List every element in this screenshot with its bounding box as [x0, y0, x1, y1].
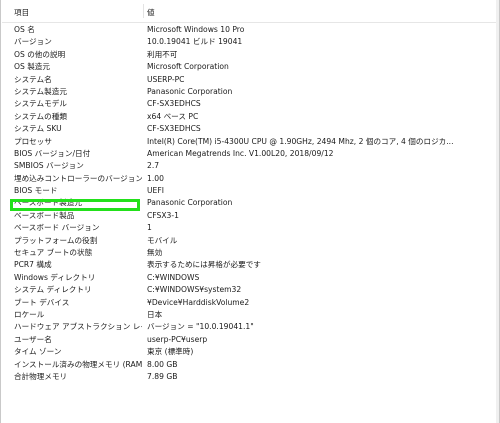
row-value: 利用不可 [147, 49, 178, 59]
table-row[interactable]: Windows ディレクトリ C:¥WINDOWS [2, 272, 497, 284]
row-value: Panasonic Corporation [147, 86, 233, 96]
row-item: ハードウェア アブストラクション レイヤー [14, 322, 142, 332]
row-item: システムモデル [14, 99, 67, 109]
row-value: 1 [147, 223, 152, 233]
row-value: Panasonic Corporation [147, 198, 233, 208]
row-item: OS の他の説明 [14, 49, 66, 59]
table-row[interactable]: ベースボード製品 CFSX3-1 [2, 210, 497, 222]
row-item: Windows ディレクトリ [14, 272, 96, 282]
row-item: システム SKU [14, 124, 62, 134]
table-row[interactable]: SMBIOS バージョン 2.7 [2, 160, 497, 172]
row-item: システム ディレクトリ [14, 285, 92, 295]
table-row[interactable]: PCR7 構成 表示するためには昇格が必要です [2, 259, 497, 271]
row-value: C:¥WINDOWS [147, 272, 200, 282]
row-item: ベースボード バージョン [14, 223, 100, 233]
bios-mode-highlight-box [10, 199, 140, 211]
table-row[interactable]: システム ディレクトリ C:¥WINDOWS¥system32 [2, 284, 497, 296]
row-value: 7.89 GB [147, 371, 178, 381]
row-value: ¥Device¥HarddiskVolume2 [147, 297, 250, 307]
table-row[interactable]: ベースボード バージョン 1 [2, 222, 497, 234]
row-value: American Megatrends Inc. V1.00L20, 2018/… [147, 148, 334, 158]
row-value: 1.00 [147, 173, 164, 183]
row-item: 合計物理メモリ [14, 371, 68, 381]
table-row[interactable]: バージョン 10.0.19041 ビルド 19041 [2, 36, 497, 48]
row-item: システム製造元 [14, 86, 67, 96]
list-header: 項目 値 [2, 0, 497, 23]
row-item: システム名 [14, 74, 52, 84]
table-row[interactable]: プロセッサ Intel(R) Core(TM) i5-4300U CPU @ 1.… [2, 136, 497, 148]
row-item: ベースボード製品 [14, 210, 75, 220]
table-row[interactable]: ロケール 日本 [2, 309, 497, 321]
table-row[interactable]: システムモデル CF-SX3EDHCS [2, 98, 497, 110]
row-item: BIOS バージョン/日付 [14, 148, 91, 158]
row-value: userp-PC¥userp [147, 334, 208, 344]
table-row-bios-mode[interactable]: BIOS モード UEFI [2, 185, 497, 197]
table-row[interactable]: システムの種類 x64 ベース PC [2, 111, 497, 123]
row-item: SMBIOS バージョン [14, 161, 84, 171]
row-item: インストール済みの物理メモリ (RAM) [14, 359, 142, 369]
row-value: 東京 (標準時) [147, 347, 194, 357]
row-item: 埋め込みコントローラーのバージョン [14, 173, 142, 183]
right-edge [496, 0, 499, 423]
table-row[interactable]: ユーザー名 userp-PC¥userp [2, 334, 497, 346]
table-row[interactable]: プラットフォームの役割 モバイル [2, 235, 497, 247]
row-value: Intel(R) Core(TM) i5-4300U CPU @ 1.90GHz… [147, 136, 454, 146]
row-value: 2.7 [147, 161, 160, 171]
row-value: Microsoft Corporation [147, 62, 229, 72]
table-row[interactable]: BIOS バージョン/日付 American Megatrends Inc. V1… [2, 148, 497, 160]
table-row[interactable]: OS 製造元 Microsoft Corporation [2, 61, 497, 73]
table-row[interactable]: 合計物理メモリ 7.89 GB [2, 371, 497, 383]
row-value: Microsoft Windows 10 Pro [147, 25, 245, 34]
table-row[interactable]: インストール済みの物理メモリ (RAM) 8.00 GB [2, 359, 497, 371]
row-value: x64 ベース PC [147, 111, 199, 121]
row-value: 無効 [147, 248, 163, 258]
row-item: PCR7 構成 [14, 260, 52, 270]
row-item: ユーザー名 [14, 334, 52, 344]
table-row[interactable]: OS 名 Microsoft Windows 10 Pro [2, 24, 497, 36]
column-header-item[interactable]: 項目 [14, 7, 29, 18]
row-item: セキュア ブートの状態 [14, 248, 93, 258]
row-value: C:¥WINDOWS¥system32 [147, 285, 242, 295]
row-value: 表示するためには昇格が必要です [147, 260, 261, 270]
row-value: CF-SX3EDHCS [147, 124, 201, 134]
system-information-panel: 項目 値 OS 名 Microsoft Windows 10 Pro バージョン 1… [0, 0, 500, 423]
row-item: ロケール [14, 309, 45, 319]
row-item: タイム ゾーン [14, 347, 62, 357]
row-item: BIOS モード [14, 186, 58, 196]
row-item: システムの種類 [14, 111, 67, 121]
table-row[interactable]: システム名 USERP-PC [2, 74, 497, 86]
row-value: CF-SX3EDHCS [147, 99, 201, 109]
row-value: CFSX3-1 [147, 210, 179, 220]
row-item: プラットフォームの役割 [14, 235, 98, 245]
table-row[interactable]: システム製造元 Panasonic Corporation [2, 86, 497, 98]
row-item: バージョン [14, 37, 52, 47]
table-row[interactable]: 埋め込みコントローラーのバージョン 1.00 [2, 173, 497, 185]
column-divider[interactable] [143, 4, 144, 18]
table-row[interactable]: ブート デバイス ¥Device¥HarddiskVolume2 [2, 297, 497, 309]
row-item: OS 名 [14, 25, 35, 34]
row-value: バージョン = "10.0.19041.1" [147, 322, 254, 332]
row-value: 10.0.19041 ビルド 19041 [147, 37, 243, 47]
table-row[interactable]: セキュア ブートの状態 無効 [2, 247, 497, 259]
row-value: モバイル [147, 235, 178, 245]
table-row[interactable]: OS の他の説明 利用不可 [2, 49, 497, 61]
table-row[interactable]: ハードウェア アブストラクション レイヤーバージョン = "10.0.19041… [2, 321, 497, 333]
table-row[interactable]: システム SKU CF-SX3EDHCS [2, 123, 497, 135]
row-value: USERP-PC [147, 74, 185, 84]
row-value: 日本 [147, 309, 163, 319]
row-item: プロセッサ [14, 136, 52, 146]
row-item: ブート デバイス [14, 297, 70, 307]
column-header-value[interactable]: 値 [147, 7, 155, 18]
row-item: OS 製造元 [14, 62, 50, 72]
row-value: 8.00 GB [147, 359, 178, 369]
table-row[interactable]: タイム ゾーン 東京 (標準時) [2, 346, 497, 358]
row-value: UEFI [147, 186, 164, 196]
